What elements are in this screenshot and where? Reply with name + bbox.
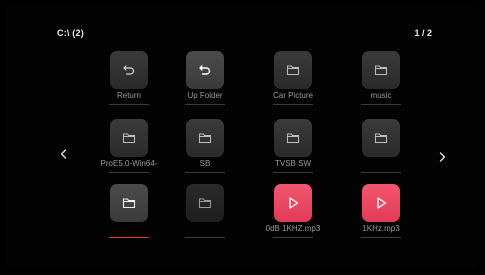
folder-tile-car-picture[interactable]: Car Picture [263, 51, 323, 117]
current-path: C:\ (2) [57, 28, 84, 38]
tile-label: 0dB 1KHZ.mp3 [265, 224, 321, 233]
folder-tile-tvsb-sw[interactable]: TVSB SW [263, 119, 323, 185]
tile-label: Return [116, 91, 141, 100]
next-page-button[interactable] [434, 149, 450, 165]
chevron-left-icon [60, 149, 67, 159]
tile-label: music [370, 91, 392, 100]
tile-underline [185, 172, 225, 173]
tile-underline [109, 104, 149, 105]
tile-underline [185, 237, 225, 238]
return-icon [110, 51, 148, 89]
tile-underline [109, 172, 149, 173]
play-icon [274, 184, 312, 222]
folder-tile-unnamed[interactable] [351, 119, 411, 185]
return-tile[interactable]: Return [99, 51, 159, 117]
tile-underline [361, 237, 401, 238]
tile-underline [185, 104, 225, 105]
folder-tile-unnamed[interactable] [175, 184, 235, 250]
folder-tile-music[interactable]: music [351, 51, 411, 117]
tile-label: 1KHz.mp3 [362, 224, 400, 233]
folder-tile-sb[interactable]: SB [175, 119, 235, 185]
folder-tile-proe[interactable]: ProE5.0-Win64- [99, 119, 159, 185]
folder-icon [110, 119, 148, 157]
tile-label: Car Picture [272, 91, 313, 100]
tile-underline [361, 172, 401, 173]
audio-tile-0db-1khz[interactable]: 0dB 1KHZ.mp3 [263, 184, 323, 250]
folder-icon [110, 184, 148, 222]
folder-icon [186, 119, 224, 157]
tile-label: SB [199, 159, 211, 168]
tile-underline [273, 104, 313, 105]
page-indicator: 1 / 2 [414, 28, 432, 38]
folder-icon [186, 184, 224, 222]
tile-underline [361, 104, 401, 105]
return-icon [186, 51, 224, 89]
folder-icon [274, 51, 312, 89]
tile-underline [273, 172, 313, 173]
folder-icon [274, 119, 312, 157]
folder-icon [362, 51, 400, 89]
tile-label: TVSB SW [274, 159, 311, 168]
tile-label: Up Folder [187, 91, 223, 100]
play-icon [362, 184, 400, 222]
tile-label: ProE5.0-Win64- [100, 159, 158, 168]
audio-tile-1khz[interactable]: 1KHz.mp3 [351, 184, 411, 250]
folder-tile-selected[interactable] [99, 184, 159, 250]
previous-page-button[interactable] [56, 146, 72, 162]
chevron-right-icon [439, 152, 446, 162]
selection-underline [109, 237, 149, 238]
up-folder-tile[interactable]: Up Folder [175, 51, 235, 117]
folder-icon [362, 119, 400, 157]
tile-underline [273, 237, 313, 238]
